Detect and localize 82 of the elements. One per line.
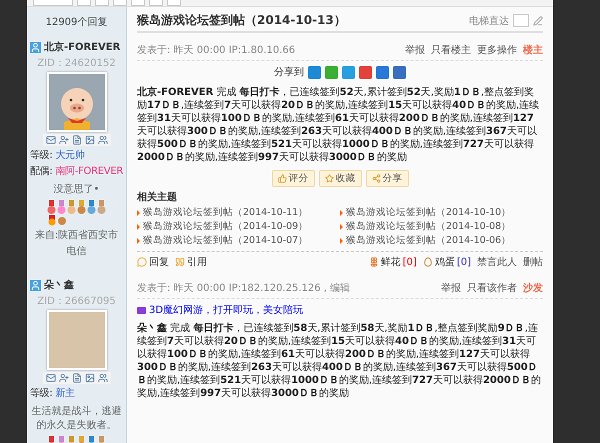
photo-placeholder bbox=[46, 310, 106, 370]
share-icon[interactable] bbox=[393, 66, 406, 78]
share-icon[interactable] bbox=[359, 66, 372, 78]
mail-icon[interactable] bbox=[46, 135, 56, 145]
rate-button[interactable]: 分享 bbox=[366, 170, 408, 187]
quote-icon bbox=[175, 257, 185, 267]
bullet-icon bbox=[137, 224, 140, 230]
image-icon[interactable] bbox=[84, 135, 94, 145]
rate-button[interactable]: 收藏 bbox=[318, 170, 362, 187]
bullet-icon bbox=[340, 210, 343, 216]
footer-action[interactable]: 引用 bbox=[175, 255, 207, 269]
related-link[interactable]: 猴岛游戏论坛签到帖（2014-10-10） bbox=[346, 206, 512, 219]
level-link[interactable]: 大元帅 bbox=[55, 150, 84, 161]
post-body: 北京-FOREVER 完成 每日打卡，已连续签到52天,累计签到52天,奖励1ＤＢ,整点签到奖励17ＤＢ,连续签到7天可以获得20ＤＢ的奖励,连续签到15天可以获得40ＤＢ的奖励,连续签到31天可以获得100ＤＢ的奖励,连续签到61天可以获得200ＤＢ的奖励,连续签到127天可以获得300ＤＢ的奖励,连续签到263天可以获得400ＤＢ的奖励,连续签到367天可以获得500ＤＢ的奖励,连续签到521天可以获得1000ＤＢ的奖励,连续签到727天可以获得2000ＤＢ的奖励,连续签到997天可以获得3000ＤＢ的奖励 bbox=[137, 85, 540, 165]
document-icon[interactable] bbox=[72, 373, 82, 383]
star-icon bbox=[324, 174, 334, 183]
thumbs-up-icon bbox=[278, 174, 286, 183]
level-link[interactable]: 新主 bbox=[55, 388, 75, 399]
location: 来自:陕西省西安市 bbox=[34, 228, 118, 242]
share-icon[interactable] bbox=[308, 66, 321, 78]
post-action-link[interactable]: 举报 bbox=[405, 43, 425, 57]
author-name[interactable]: 北京-FOREVER bbox=[44, 40, 120, 54]
floor-input[interactable] bbox=[513, 14, 529, 27]
related-link[interactable]: 猴岛游戏论坛签到帖（2014-10-06） bbox=[346, 234, 512, 247]
author-name[interactable]: 朵丶鑫 bbox=[44, 278, 74, 292]
related-link[interactable]: 猴岛游戏论坛签到帖（2014-10-07） bbox=[143, 234, 308, 247]
users-icon[interactable] bbox=[98, 135, 108, 145]
user-icon bbox=[30, 280, 41, 290]
bullet-icon bbox=[137, 210, 140, 216]
share-icon[interactable] bbox=[325, 66, 338, 78]
footer-action[interactable]: 回复 bbox=[137, 255, 169, 269]
related-link[interactable]: 猴岛游戏论坛签到帖（2014-10-08） bbox=[346, 220, 512, 233]
user-icon bbox=[30, 42, 41, 52]
speech-bubble-icon bbox=[137, 257, 147, 267]
related-link[interactable]: 猴岛游戏论坛签到帖（2014-10-11） bbox=[143, 206, 308, 219]
related-link[interactable]: 猴岛游戏论坛签到帖（2014-10-09） bbox=[143, 220, 308, 233]
bullet-icon bbox=[137, 238, 140, 244]
bullet-icon bbox=[340, 238, 343, 244]
rate-button[interactable]: 评分 bbox=[272, 170, 314, 187]
network-provider: 电信 bbox=[66, 244, 86, 258]
level-label: 等级: bbox=[30, 150, 52, 161]
flower-icon bbox=[368, 257, 379, 267]
image-icon[interactable] bbox=[84, 373, 94, 383]
post-meta: 发表于: 昨天 00:00 IP:182.120.25.126 , 编辑 bbox=[137, 282, 350, 295]
add-friend-icon[interactable] bbox=[58, 373, 68, 383]
post-action-link[interactable]: 只看楼主 bbox=[431, 43, 471, 57]
level-label: 等级: bbox=[30, 388, 52, 399]
related-title: 相关主题 bbox=[137, 190, 178, 204]
avatar-pig-drawing bbox=[46, 72, 106, 132]
pen-icon[interactable] bbox=[533, 16, 543, 26]
post-action-link[interactable]: 只看该作者 bbox=[467, 281, 517, 295]
post-action-link[interactable]: 更多操作 bbox=[477, 43, 517, 57]
egg-icon bbox=[422, 257, 433, 267]
signature: 生活就是战斗，逃避的永久是失败者。 bbox=[30, 404, 122, 433]
share-icon[interactable] bbox=[342, 66, 355, 78]
share-icon bbox=[372, 174, 380, 183]
reply-count: 12909个回复 bbox=[46, 16, 108, 30]
thread-title: 猴岛游戏论坛签到帖（2014-10-13） bbox=[137, 12, 346, 29]
bullet-icon bbox=[340, 224, 343, 230]
signature: 没意思了• bbox=[54, 182, 100, 197]
spouse-label: 配偶: bbox=[30, 166, 52, 177]
user-id: ZID：24620152 bbox=[37, 57, 116, 70]
medals-drawing bbox=[46, 200, 106, 226]
moderation-link[interactable]: 禁言此人 bbox=[477, 255, 517, 269]
user-id: ZID：26667095 bbox=[37, 295, 116, 308]
flowers-button[interactable]: 鲜花 [0] bbox=[368, 255, 417, 269]
game-icon bbox=[137, 306, 146, 314]
ad-link[interactable]: 3D魔幻网游，打开即玩，美女陪玩 bbox=[137, 299, 543, 319]
floor-label: 沙发 bbox=[523, 282, 543, 295]
floor-label: 楼主 bbox=[523, 43, 543, 57]
share-label: 分享到 bbox=[274, 66, 304, 79]
eggs-button[interactable]: 鸡蛋 [0] bbox=[422, 255, 471, 269]
post-action-link[interactable]: 举报 bbox=[441, 281, 461, 295]
users-icon[interactable] bbox=[98, 373, 108, 383]
share-icon[interactable] bbox=[376, 66, 389, 78]
moderation-link[interactable]: 删帖 bbox=[523, 255, 543, 269]
mail-icon[interactable] bbox=[46, 373, 56, 383]
post-meta: 发表于: 昨天 00:00 IP:1.80.10.66 bbox=[137, 44, 296, 57]
add-friend-icon[interactable] bbox=[58, 135, 68, 145]
jump-label: 电梯直达 bbox=[469, 14, 509, 28]
post-body: 朵丶鑫 完成 每日打卡，已连续签到58天,累计签到58天,奖励1ＤＢ,整点签到奖励9ＤＢ,连续签到7天可以获得20ＤＢ的奖励,连续签到15天可以获得40ＤＢ的奖励,连续签到31天可以获得100ＤＢ的奖励,连续签到61天可以获得200ＤＢ的奖励,连续签到127天可以获得300ＤＢ的奖励,连续签到263天可以获得400ＤＢ的奖励,连续签到367天可以获得500ＤＢ的奖励,连续签到521天可以获得1000ＤＢ的奖励,连续签到727天可以获得2000ＤＢ的奖励,连续签到997天可以获得3000ＤＢ的奖励 bbox=[137, 322, 542, 401]
document-icon[interactable] bbox=[72, 135, 82, 145]
